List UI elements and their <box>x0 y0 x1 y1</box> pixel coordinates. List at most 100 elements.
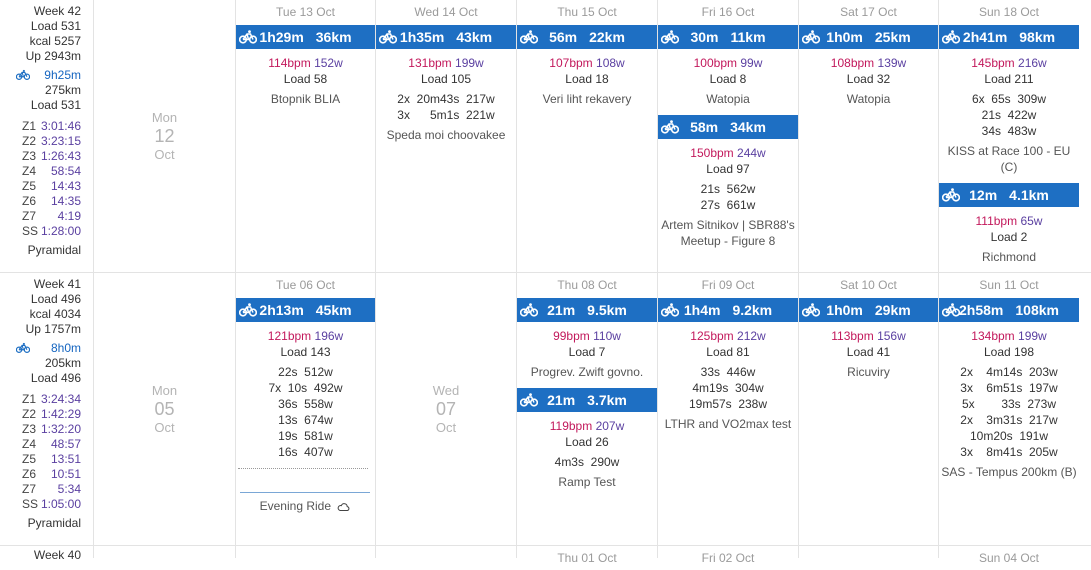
up-label: Up <box>25 322 41 336</box>
activity-header[interactable]: 21m 9.5km <box>517 298 657 322</box>
activity-name[interactable]: Progrev. Zwift govno. <box>517 364 657 380</box>
activity-header[interactable]: 12m 4.1km <box>939 183 1079 207</box>
activity-duration: 1h0m <box>826 29 863 45</box>
interval-row: 6x 65s 309w <box>971 92 1047 106</box>
activity-card[interactable]: 1h29m 36km 114bpm 152w Load 58 Btopnik BLIA <box>236 25 375 107</box>
avg-heart-rate: 134bpm <box>971 329 1015 343</box>
kcal-label: kcal <box>29 307 51 321</box>
activity-header[interactable]: 2h13m 45km <box>236 298 375 322</box>
activity-distance: 25km <box>874 29 911 45</box>
activity-header[interactable]: 58m 34km <box>658 115 798 139</box>
training-style: Pyramidal <box>27 243 81 257</box>
activity-header[interactable]: 1h4m 9.2km <box>658 298 798 322</box>
activity-card[interactable]: 1h0m 25km 108bpm 139w Load 32 Watopia <box>799 25 938 107</box>
hr-power: 131bpm 199w <box>376 55 516 71</box>
activity-distance: 9.2km <box>732 302 773 318</box>
cloud-icon <box>338 503 350 511</box>
bike-icon <box>239 30 257 44</box>
activity-card[interactable]: 1h4m 9.2km 125bpm 212w Load 81 33s 446w 4m19s… <box>658 298 798 432</box>
activity-name[interactable]: Speda moi choovakee <box>376 127 516 143</box>
avg-heart-rate: 108bpm <box>830 56 875 70</box>
activity-load: Load 18 <box>565 72 609 86</box>
activity-header[interactable]: 21m 3.7km <box>517 388 657 412</box>
activity-name[interactable]: Artem Sitnikov | SBR88's Meetup - Figure… <box>658 217 798 249</box>
activity-card[interactable]: 1h0m 29km 113bpm 156w Load 41 Ricuviry <box>799 298 938 380</box>
bike-icon <box>942 303 960 317</box>
activity-card[interactable]: 30m 11km 100bpm 99w Load 8 Watopia <box>658 25 798 107</box>
week-summary[interactable]: Week 40 <box>0 548 93 563</box>
interval-row: 36s 558w <box>278 397 333 411</box>
activity-load: Load 32 <box>846 72 891 86</box>
activity-header[interactable]: 1h0m 29km <box>799 298 938 322</box>
activity-header[interactable]: 1h35m 43km <box>376 25 516 49</box>
activity-card[interactable]: 2h41m 98km 145bpm 216w Load 211 6x 65s 309w 2… <box>939 25 1079 175</box>
activity-card[interactable]: 2h58m 108km 134bpm 199w Load 198 2x 4m14s 20… <box>939 298 1079 480</box>
bike-icon <box>661 120 679 134</box>
activity-distance: 9.5km <box>587 302 627 318</box>
avg-power: 199w <box>455 56 484 70</box>
hr-power: 113bpm 156w <box>799 328 938 344</box>
interval-row: 33s 446w <box>700 365 756 379</box>
activity-card[interactable]: 12m 4.1km 111bpm 65w Load 2 Richmond <box>939 183 1079 265</box>
activity-header[interactable]: 1h29m 36km <box>236 25 375 49</box>
activity-name[interactable]: KISS at Race 100 - EU (C) <box>939 143 1079 175</box>
activity-name[interactable]: Watopia <box>799 91 938 107</box>
activity-name[interactable]: LTHR and VO2max test <box>658 416 798 432</box>
avg-heart-rate: 119bpm <box>549 419 593 433</box>
activity-duration: 12m <box>969 187 998 203</box>
activity-header[interactable]: 56m 22km <box>517 25 657 49</box>
activity-card[interactable]: 58m 34km 150bpm 244w Load 97 21s 562w 27s 661… <box>658 115 798 249</box>
activity-load: Load 211 <box>984 72 1034 86</box>
bike-icon <box>16 69 30 80</box>
avg-power: 99w <box>740 56 763 70</box>
activity-load: Load 105 <box>420 72 472 86</box>
training-style: Pyramidal <box>27 516 81 530</box>
empty-day-mon-05[interactable]: Mon 05 Oct <box>94 383 235 435</box>
activity-header[interactable]: 30m 11km <box>658 25 798 49</box>
zone-row: Z3 1:26:43 <box>22 149 81 163</box>
interval-row: 34s 483w <box>981 124 1037 138</box>
activity-name[interactable]: Richmond <box>939 249 1079 265</box>
activity-distance: 108km <box>1015 302 1059 318</box>
hr-power: 107bpm 108w <box>517 55 657 71</box>
bike-icon <box>16 342 30 353</box>
avg-power: 244w <box>737 146 766 160</box>
activity-card[interactable]: 56m 22km 107bpm 108w Load 18 Veri liht rekav… <box>517 25 657 107</box>
planned-ride[interactable]: Evening Ride <box>240 492 370 513</box>
interval-row: 2x 4m14s 203w <box>960 365 1058 379</box>
activity-distance: 29km <box>874 302 911 318</box>
activity-name[interactable]: Watopia <box>658 91 798 107</box>
activity-load: Load 2 <box>990 230 1028 244</box>
activity-header[interactable]: 2h58m 108km <box>939 298 1079 322</box>
interval-row: 3x 5m1s 221w <box>397 108 495 122</box>
hr-power: 114bpm 152w <box>236 55 375 71</box>
activity-header[interactable]: 1h0m 25km <box>799 25 938 49</box>
zone-row: Z5 13:51 <box>22 452 81 466</box>
week-label: Week <box>33 277 65 291</box>
interval-row: 19s 581w <box>278 429 333 443</box>
activity-name[interactable]: SAS - Tempus 200km (B) <box>939 464 1079 480</box>
activity-name[interactable]: Btopnik BLIA <box>236 91 375 107</box>
activity-card[interactable]: 21m 3.7km 119bpm 207w Load 26 4m3s 290w Ramp … <box>517 388 657 490</box>
activity-name[interactable]: Veri liht rekavery <box>517 91 657 107</box>
activity-name[interactable]: Ricuviry <box>799 364 938 380</box>
empty-day-wed-07[interactable]: Wed 07 Oct <box>376 383 516 435</box>
week-number: 42 <box>67 4 81 18</box>
week-summary[interactable]: Week 42 Load 531 kcal 5257 Up 2943m 9h25… <box>0 4 93 258</box>
activity-duration: 30m <box>690 29 719 45</box>
week-summary[interactable]: Week 41 Load 496 kcal 4034 Up 1757m 8h0m… <box>0 277 93 531</box>
hr-power: 121bpm 196w <box>236 328 375 344</box>
activity-header[interactable]: 2h41m 98km <box>939 25 1079 49</box>
activity-card[interactable]: 21m 9.5km 99bpm 110w Load 7 Progrev. Zwift g… <box>517 298 657 380</box>
zone-row: Z2 1:42:29 <box>22 407 81 421</box>
week-number: 41 <box>67 277 81 291</box>
bike-icon <box>520 30 538 44</box>
hr-power: 145bpm 216w <box>939 55 1079 71</box>
zone-row: Z1 3:24:34 <box>22 392 81 406</box>
activity-card[interactable]: 1h35m 43km 131bpm 199w Load 105 2x 20m43s 21… <box>376 25 516 143</box>
avg-heart-rate: 111bpm <box>975 214 1018 228</box>
activity-card[interactable]: 2h13m 45km 121bpm 196w Load 143 22s 512w 7x 1… <box>236 298 375 460</box>
activity-name[interactable]: Ramp Test <box>517 474 657 490</box>
activity-distance: 98km <box>1019 29 1056 45</box>
empty-day-mon-12[interactable]: Mon 12 Oct <box>94 110 235 162</box>
